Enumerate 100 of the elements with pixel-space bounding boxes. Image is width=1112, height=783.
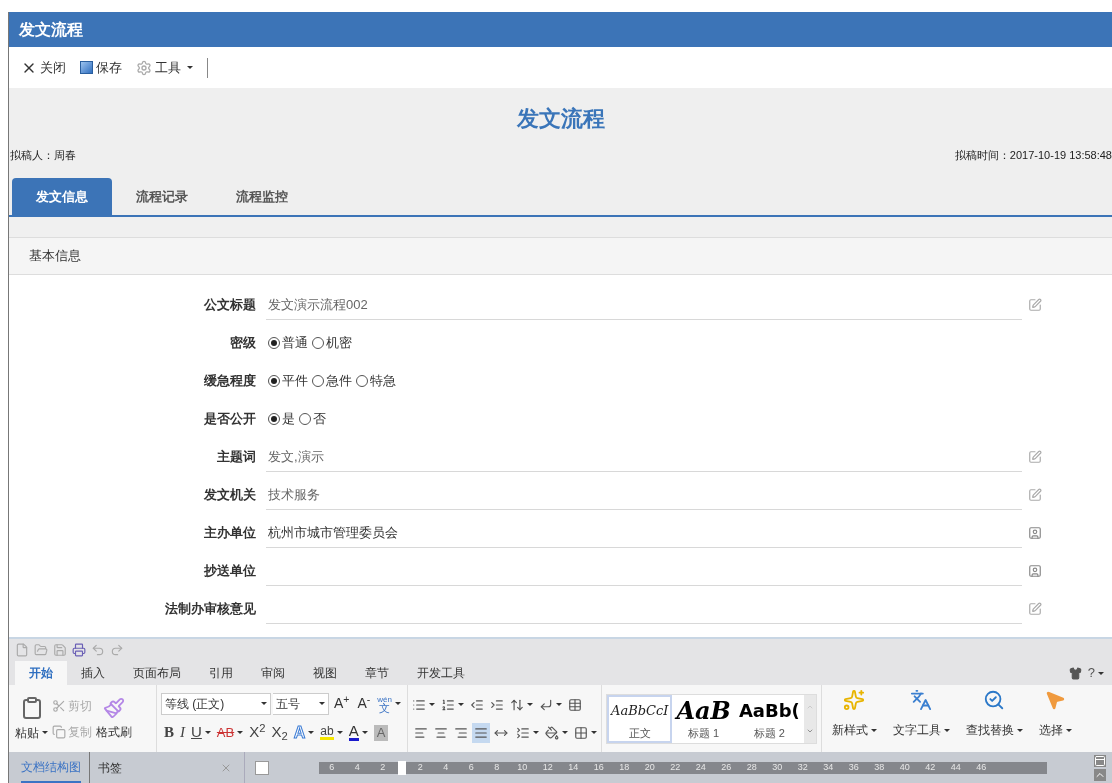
format-button[interactable]: I <box>177 720 188 745</box>
style-option[interactable]: AaBb( 标题 2 <box>734 694 804 743</box>
caret-icon <box>429 703 435 706</box>
font-size-dropdown[interactable]: 五号 <box>273 692 329 715</box>
radio-button[interactable] <box>268 413 280 425</box>
style-option[interactable]: AaBbCcI 正文 <box>607 694 673 743</box>
text-field[interactable]: 技术服务 <box>266 480 1022 510</box>
bullet-list-icon[interactable] <box>412 697 426 712</box>
toolbar-button[interactable]: 工具 <box>136 57 193 78</box>
text-field[interactable]: 发文演示流程002 <box>266 290 1022 320</box>
caret-icon <box>943 728 950 732</box>
radio-button[interactable] <box>312 375 324 387</box>
print-icon[interactable] <box>72 643 86 657</box>
radio-label: 特急 <box>370 372 396 391</box>
tab[interactable]: 流程监控 <box>212 178 312 215</box>
paragraph-mark-icon[interactable] <box>539 697 553 712</box>
ribbon-button[interactable]: 新样式 <box>825 685 883 743</box>
ruler: 6 4 2 2 4 6 8 10 12 14 16 18 20 22 24 26 28 30 32 34 36 38 40 42 44 46 <box>319 761 1047 774</box>
edit-icon[interactable] <box>1028 602 1042 616</box>
edit-icon[interactable] <box>1028 298 1042 312</box>
field-label: 密级 <box>229 334 257 353</box>
ribbon-button[interactable]: 查找替换 <box>959 685 1029 743</box>
font-name-dropdown[interactable]: 等线 (正文) <box>161 692 271 715</box>
ribbon-tab[interactable]: 引用 <box>195 661 247 685</box>
ribbon-tab[interactable]: 插入 <box>67 661 119 685</box>
format-painter-button[interactable]: 格式刷 <box>96 696 132 741</box>
radio-button[interactable] <box>268 337 280 349</box>
radio-button[interactable] <box>268 375 280 387</box>
paint-bucket-icon[interactable] <box>545 725 559 740</box>
text-field[interactable]: 发文,演示 <box>266 442 1022 472</box>
format-button[interactable]: A <box>345 720 371 745</box>
ribbon-tab[interactable]: 审阅 <box>247 661 299 685</box>
section-title: 基本信息 <box>29 247 81 266</box>
field-label: 抄送单位 <box>203 562 257 581</box>
outdent-icon[interactable] <box>470 697 484 712</box>
align-icon <box>414 725 428 740</box>
radio-button[interactable] <box>356 375 368 387</box>
numbered-list-icon[interactable] <box>441 697 455 712</box>
text-field[interactable]: 杭州市城市管理委员会 <box>266 518 1022 548</box>
ribbon-button[interactable]: 选择 <box>1032 685 1078 743</box>
radio-button[interactable] <box>312 337 324 349</box>
paste-button[interactable]: 粘贴 <box>15 695 48 742</box>
format-button[interactable]: B <box>161 720 177 745</box>
window-title: 发文流程 <box>19 19 83 40</box>
tab[interactable]: 发文信息 <box>12 178 112 215</box>
ribbon-button[interactable]: 文字工具 <box>886 685 956 743</box>
field-label: 法制办审核意见 <box>164 600 257 619</box>
scissors-icon <box>52 698 66 713</box>
tab-stop-icon[interactable] <box>255 760 269 775</box>
align-button[interactable] <box>472 722 490 743</box>
scroll-up-icon[interactable] <box>1094 768 1106 781</box>
toolbar-button[interactable]: 关闭 <box>21 57 66 78</box>
format-button[interactable]: X$_{2}$ <box>268 720 291 745</box>
format-button[interactable]: ab <box>317 720 346 745</box>
sort-icon[interactable] <box>510 697 524 712</box>
ribbon-tab[interactable]: 章节 <box>351 661 403 685</box>
edit-icon[interactable] <box>1028 450 1042 464</box>
caret-icon <box>1016 728 1023 732</box>
person-icon[interactable] <box>1028 564 1042 578</box>
copy-icon <box>52 724 66 739</box>
field-label: 主办单位 <box>203 524 257 543</box>
radio-button[interactable] <box>299 413 311 425</box>
help-button[interactable]: ? <box>1087 663 1104 683</box>
view-icon[interactable] <box>1094 754 1106 767</box>
ribbon-tab[interactable]: 开发工具 <box>403 661 479 685</box>
ribbon-tab[interactable]: 页面布局 <box>119 661 195 685</box>
style-sample: AaBb( <box>738 698 800 723</box>
panel-tab[interactable]: 书签 <box>89 752 122 783</box>
style-option[interactable]: AaB 标题 1 <box>672 694 735 743</box>
field-label: 缓急程度 <box>203 372 257 391</box>
shirt-icon[interactable] <box>1068 666 1082 680</box>
toolbar-button[interactable]: 保存 <box>80 57 122 78</box>
line-spacing-icon[interactable] <box>516 725 530 740</box>
font-size-button[interactable]: A$^{-}$ <box>354 693 374 714</box>
font-size-button[interactable]: A$^{+}$ <box>331 693 353 714</box>
align-icon <box>474 725 488 740</box>
style-sample: AaBbCcI <box>611 701 669 720</box>
tab[interactable]: 流程记录 <box>112 178 212 215</box>
align-icon <box>434 725 448 740</box>
table-icon[interactable] <box>568 697 582 712</box>
format-button[interactable]: X$^{2}$ <box>246 720 269 745</box>
indent-icon[interactable] <box>490 697 504 712</box>
border-icon[interactable] <box>574 725 588 740</box>
ribbon-tab[interactable]: 开始 <box>15 661 67 685</box>
indent-marker[interactable] <box>397 760 406 775</box>
format-button[interactable]: U <box>188 720 214 745</box>
person-icon[interactable] <box>1028 526 1042 540</box>
radio-label: 否 <box>313 410 326 429</box>
caret-icon <box>319 702 325 705</box>
radio-label: 普通 <box>282 334 308 353</box>
radio-label: 是 <box>282 410 295 429</box>
ribbon-tab[interactable]: 视图 <box>299 661 351 685</box>
pointer-icon <box>1044 689 1067 711</box>
search-icon <box>983 689 1006 711</box>
caret-icon <box>527 703 533 706</box>
format-button[interactable]: AB <box>213 720 247 745</box>
edit-icon[interactable] <box>1028 488 1042 502</box>
field-label: 公文标题 <box>203 296 257 315</box>
radio-label: 平件 <box>282 372 308 391</box>
phonetic-button[interactable]: wén 文 <box>375 694 403 713</box>
